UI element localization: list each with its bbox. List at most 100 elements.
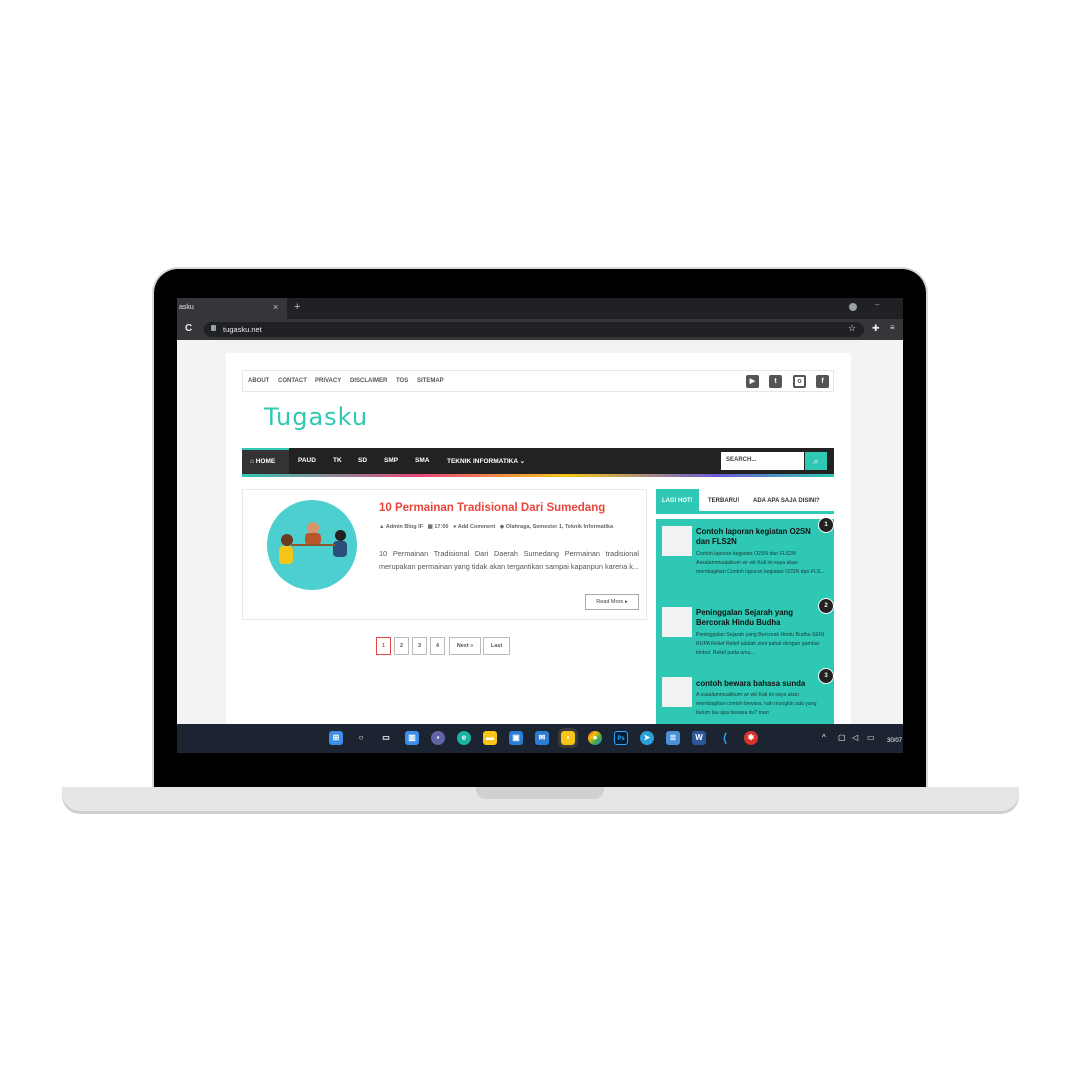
volume-icon[interactable]: ◁: [852, 733, 858, 742]
store-icon[interactable]: ▣: [509, 731, 523, 745]
word-icon[interactable]: W: [692, 731, 706, 745]
author-icon: ▲: [379, 524, 386, 530]
telegram-icon[interactable]: ➤: [640, 731, 654, 745]
tab-search-icon[interactable]: ≡: [890, 323, 895, 332]
extensions-icon[interactable]: ✚: [872, 323, 880, 334]
new-tab-button[interactable]: +: [294, 301, 300, 313]
nav-home-label: HOME: [255, 458, 276, 465]
main-navigation: ⌂ HOME PAUD TK SD SMP SMA TEKNIK INFORMA…: [242, 448, 834, 474]
nav-sma[interactable]: SMA: [415, 457, 429, 464]
chevron-down-icon: ⌄: [519, 458, 526, 465]
address-bar[interactable]: tugasku.net ☆: [204, 322, 864, 337]
task-view-icon[interactable]: ▭: [379, 731, 393, 745]
nav-home[interactable]: ⌂ HOME: [242, 448, 289, 474]
topnav-sitemap[interactable]: SITEMAP: [417, 378, 444, 384]
tab-lagi-hot[interactable]: LAGI HOT!: [656, 489, 699, 511]
child-figure: [335, 530, 346, 541]
file-explorer-icon[interactable]: ▬: [483, 731, 497, 745]
next-page-button[interactable]: Next »: [449, 637, 481, 655]
web-page: ABOUT CONTACT PRIVACY DISCLAIMER TOS SIT…: [226, 353, 851, 724]
post-labels[interactable]: Olahraga, Semester 1, Teknik Informatika: [506, 524, 614, 530]
vscode-icon[interactable]: ⟨: [718, 731, 732, 745]
tab-ada-apa-saja[interactable]: ADA APA SAJA DISINI?: [753, 498, 820, 504]
post-time: 17:00: [434, 524, 449, 530]
sidebar-popular-list: Contoh laporan kegiatan O2SN dan FLS2N 1…: [656, 517, 834, 724]
post-author[interactable]: Admin Blog IF: [386, 524, 423, 530]
reload-icon[interactable]: C: [185, 323, 192, 334]
browser-tab[interactable]: asku ×: [177, 298, 287, 319]
rope: [291, 544, 335, 546]
nav-smp[interactable]: SMP: [384, 457, 398, 464]
windows-taskbar: ⊞ ○ ▭ ▥ ▪ e ▬ ▣ ✉ ▪ ● Ps ➤ ≣ W ⟨ ✱ ^ ▢ ◁…: [177, 724, 903, 753]
page-4-button[interactable]: 4: [430, 637, 445, 655]
edge-icon[interactable]: e: [457, 731, 471, 745]
page-2-button[interactable]: 2: [394, 637, 409, 655]
bookmark-star-icon[interactable]: ☆: [848, 323, 856, 334]
nav-color-stripe: [242, 474, 834, 477]
sidebar-post-excerpt: Contoh laporan kegiatan O2SN dan FLS2N A…: [696, 551, 825, 575]
network-icon[interactable]: ▢: [838, 733, 846, 742]
sidebar-post-title[interactable]: Peninggalan Sejarah yang Bercorak Hindu …: [696, 608, 822, 628]
sticky-notes-icon[interactable]: ▪: [558, 728, 578, 748]
youtube-icon[interactable]: ▶: [746, 375, 759, 388]
clock[interactable]: 30/07: [887, 738, 902, 744]
sidebar-post-title[interactable]: contoh bewara bahasa sunda: [696, 679, 822, 689]
read-more-button[interactable]: Read More ▸: [585, 594, 639, 610]
windows-start-icon[interactable]: ⊞: [329, 731, 343, 745]
notepad-icon[interactable]: ≣: [666, 731, 680, 745]
caret-right-icon: ▸: [624, 599, 628, 605]
nav-tk[interactable]: TK: [333, 457, 342, 464]
nav-paud[interactable]: PAUD: [298, 457, 316, 464]
last-page-button[interactable]: Last: [483, 637, 510, 655]
tab-title: asku: [179, 304, 194, 311]
browser-tab-bar: asku × + –: [177, 298, 903, 319]
post-meta: ▲ Admin Blog IF ▦ 17:00 ● Add Comment ◆ …: [379, 523, 623, 532]
rank-badge: 2: [818, 598, 834, 614]
top-navigation: ABOUT CONTACT PRIVACY DISCLAIMER TOS SIT…: [242, 370, 834, 392]
read-more-label: Read More: [596, 599, 624, 605]
photoshop-icon[interactable]: Ps: [614, 731, 628, 745]
laptop-notch: [476, 787, 604, 799]
topnav-disclaimer[interactable]: DISCLAIMER: [350, 378, 387, 384]
mail-icon[interactable]: ✉: [535, 731, 549, 745]
sidebar-post-title[interactable]: Contoh laporan kegiatan O2SN dan FLS2N: [696, 527, 822, 547]
instagram-icon[interactable]: o: [793, 375, 806, 388]
app-icon[interactable]: ✱: [744, 731, 758, 745]
post-card: 10 Permainan Tradisional Dari Sumedang ▲…: [242, 489, 647, 620]
chrome-icon[interactable]: ●: [588, 731, 602, 745]
nav-teknik-informatika-label: TEKNIK INFORMATIKA: [447, 458, 518, 465]
nav-teknik-informatika[interactable]: TEKNIK INFORMATIKA ⌄: [447, 457, 525, 465]
tab-terbaru[interactable]: TERBARU!: [708, 498, 739, 504]
search-input[interactable]: SEARCH...: [721, 452, 804, 470]
post-comment-link[interactable]: Add Comment: [458, 524, 496, 530]
post-title[interactable]: 10 Permainan Tradisional Dari Sumedang: [379, 502, 605, 514]
site-logo[interactable]: Tugasku: [264, 403, 368, 431]
teams-icon[interactable]: ▪: [431, 731, 445, 745]
topnav-privacy[interactable]: PRIVACY: [315, 378, 341, 384]
facebook-icon[interactable]: f: [816, 375, 829, 388]
battery-icon[interactable]: ▭: [867, 733, 875, 742]
sidebar-tabs: LAGI HOT! TERBARU! ADA APA SAJA DISINI?: [656, 489, 834, 514]
child-figure: [333, 541, 347, 557]
widgets-icon[interactable]: ▥: [405, 731, 419, 745]
rank-badge: 3: [818, 668, 834, 684]
search-icon[interactable]: ○: [354, 731, 368, 745]
close-tab-icon[interactable]: ×: [273, 302, 278, 312]
rank-badge: 1: [818, 517, 834, 533]
search-button[interactable]: ⌕: [805, 452, 827, 470]
topnav-contact[interactable]: CONTACT: [278, 378, 307, 384]
browser-toolbar: C tugasku.net ☆ ✚ ≡: [177, 319, 903, 340]
profile-icon[interactable]: [849, 303, 857, 311]
page-1-button[interactable]: 1: [376, 637, 391, 655]
twitter-icon[interactable]: t: [769, 375, 782, 388]
url-text[interactable]: tugasku.net: [223, 325, 262, 334]
minimize-icon[interactable]: –: [875, 300, 879, 309]
topnav-about[interactable]: ABOUT: [248, 378, 269, 384]
post-thumbnail[interactable]: [267, 500, 357, 590]
nav-sd[interactable]: SD: [358, 457, 367, 464]
topnav-tos[interactable]: TOS: [396, 378, 408, 384]
page-3-button[interactable]: 3: [412, 637, 427, 655]
lock-icon[interactable]: [211, 325, 216, 331]
sidebar-post-excerpt: A ssaalammualikum wr wb Kali ini saya ak…: [696, 692, 817, 716]
chevron-up-icon[interactable]: ^: [822, 733, 826, 742]
